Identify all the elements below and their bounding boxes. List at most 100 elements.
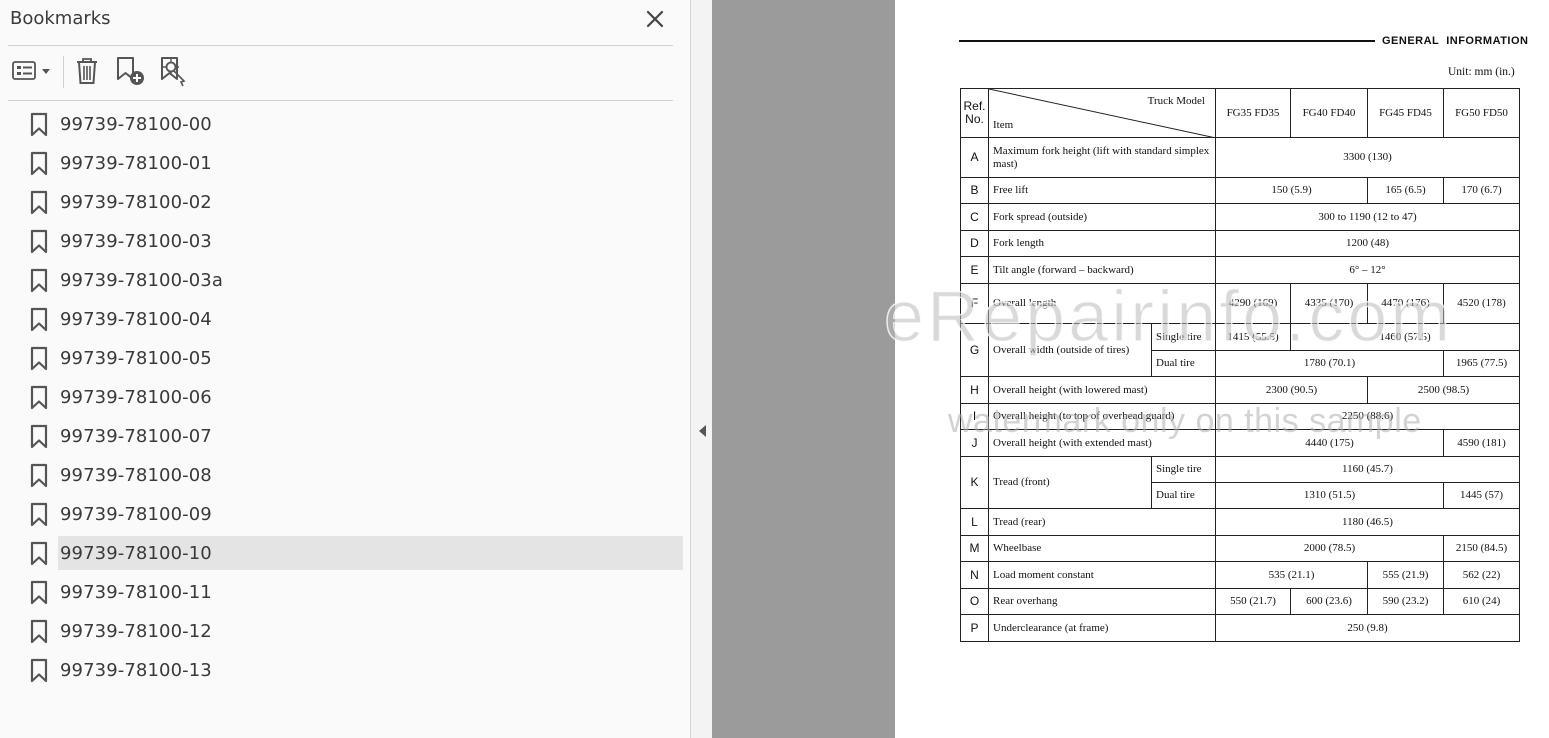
bookmark-icon [30, 112, 48, 137]
value-cell: 1460 (57.5) [1290, 323, 1520, 351]
bookmark-options-icon [12, 61, 50, 80]
value-cell: 600 (23.6) [1290, 588, 1368, 615]
table-row: J Overall height (with extended mast) 44… [960, 429, 1520, 457]
bookmark-item[interactable]: 99739-78100-13 [0, 652, 690, 691]
collapse-panel-handle[interactable] [691, 0, 712, 738]
bookmark-icon [30, 541, 48, 566]
bookmark-label: 99739-78100-01 [60, 153, 212, 174]
item-cell: Tilt angle (forward – backward) [988, 256, 1216, 284]
document-gray-margin [712, 0, 895, 738]
item-cell: Maximum fork height (lift with standard … [988, 137, 1216, 178]
bookmark-item[interactable]: 99739-78100-04 [0, 301, 690, 340]
table-row: H Overall height (with lowered mast) 230… [960, 376, 1520, 404]
bookmark-item[interactable]: 99739-78100-08 [0, 457, 690, 496]
bookmark-item[interactable]: 99739-78100-03a [0, 262, 690, 301]
table-row: C Fork spread (outside) 300 to 1190 (12 … [960, 203, 1520, 231]
bookmark-item[interactable]: 99739-78100-03 [0, 223, 690, 262]
item-cell: Overall height (to top of overhead guard… [988, 403, 1216, 430]
value-cell: 1200 (48) [1215, 230, 1520, 257]
value-cell: 1415 (55.5) [1215, 323, 1291, 351]
value-cell: 610 (24) [1443, 588, 1520, 615]
ref-cell: G [960, 323, 989, 377]
document-page: GENERAL INFORMATION Unit: mm (in.) Ref. … [895, 0, 1549, 738]
bookmark-item[interactable]: 99739-78100-00 [0, 106, 690, 145]
bookmark-item[interactable]: 99739-78100-05 [0, 340, 690, 379]
value-cell: 170 (6.7) [1443, 177, 1520, 204]
value-cell: 550 (21.7) [1215, 588, 1291, 615]
title-divider [8, 45, 673, 46]
bookmark-item[interactable]: 99739-78100-01 [0, 145, 690, 184]
bookmark-from-selection-button[interactable] [156, 52, 190, 90]
new-bookmark-button[interactable] [112, 52, 148, 90]
toolbar-divider [8, 100, 673, 101]
ref-cell: D [960, 230, 989, 257]
bookmark-item[interactable]: 99739-78100-12 [0, 613, 690, 652]
bookmark-item[interactable]: 99739-78100-07 [0, 418, 690, 457]
bookmark-icon [30, 190, 48, 215]
value-cell: 300 to 1190 (12 to 47) [1215, 203, 1520, 231]
ref-cell: O [960, 588, 989, 615]
value-cell: 4335 (170) [1290, 283, 1368, 324]
bookmark-options-button[interactable] [8, 52, 54, 90]
item-cell: Overall height (with lowered mast) [988, 376, 1216, 404]
bookmark-item[interactable]: 99739-78100-11 [0, 574, 690, 613]
bookmark-label: 99739-78100-09 [60, 504, 212, 525]
value-cell: 1180 (46.5) [1215, 508, 1520, 536]
value-cell: 562 (22) [1443, 561, 1520, 589]
table-header-row: Ref. No. Truck Model Item FG35 FD35 FG40… [960, 88, 1520, 138]
new-bookmark-icon [117, 57, 144, 85]
value-cell: 2150 (84.5) [1443, 535, 1520, 562]
value-cell: 1160 (45.7) [1215, 456, 1520, 483]
bookmark-label: 99739-78100-06 [60, 387, 212, 408]
ref-cell: B [960, 177, 989, 204]
table-row: N Load moment constant 535 (21.1) 555 (2… [960, 561, 1520, 589]
close-panel-button[interactable] [642, 6, 668, 32]
bookmark-icon [30, 463, 48, 488]
bookmark-label: 99739-78100-00 [60, 114, 212, 135]
bookmark-item[interactable]: 99739-78100-10 [0, 535, 690, 574]
value-cell: 3300 (130) [1215, 137, 1520, 178]
bookmark-item[interactable]: 99739-78100-09 [0, 496, 690, 535]
value-cell: 2000 (78.5) [1215, 535, 1444, 562]
ref-cell: J [960, 429, 989, 457]
model-header: FG35 FD35 [1215, 88, 1291, 138]
value-cell: 4440 (175) [1215, 429, 1444, 457]
sub-item-cell: Single tire [1151, 323, 1216, 351]
spec-table: Ref. No. Truck Model Item FG35 FD35 FG40… [960, 88, 1520, 642]
bookmarks-panel: Bookmarks 99739-78100-00 99739-78100-01 … [0, 0, 690, 738]
item-cell: Overall height (with extended mast) [988, 429, 1216, 457]
item-label: Item [993, 119, 1014, 131]
header-rule [959, 40, 1375, 42]
table-row: L Tread (rear) 1180 (46.5) [960, 508, 1520, 536]
value-cell: 1965 (77.5) [1443, 350, 1520, 377]
item-cell: Free lift [988, 177, 1216, 204]
bookmark-item[interactable]: 99739-78100-06 [0, 379, 690, 418]
ref-cell: A [960, 137, 989, 178]
ref-cell: K [960, 456, 989, 509]
value-cell: 535 (21.1) [1215, 561, 1368, 589]
bookmark-item[interactable]: 99739-78100-02 [0, 184, 690, 223]
delete-bookmark-button[interactable] [72, 52, 102, 90]
model-item-header: Truck Model Item [988, 88, 1216, 138]
bookmark-icon [30, 658, 48, 683]
ref-cell: M [960, 535, 989, 562]
bookmark-label: 99739-78100-11 [60, 582, 212, 603]
value-cell: 150 (5.9) [1215, 177, 1368, 204]
table-row: B Free lift 150 (5.9) 165 (6.5) 170 (6.7… [960, 177, 1520, 204]
ref-no-header: Ref. No. [960, 88, 989, 138]
item-cell: Load moment constant [988, 561, 1216, 589]
table-row: F Overall length 4290 (169) 4335 (170) 4… [960, 283, 1520, 324]
units-label: Unit: mm (in.) [1448, 66, 1515, 78]
bookmark-icon [30, 346, 48, 371]
bookmark-icon [30, 619, 48, 644]
toolbar-separator [63, 56, 64, 88]
value-cell: 2250 (88.6) [1215, 403, 1520, 430]
model-header: FG40 FD40 [1290, 88, 1368, 138]
value-cell: 6° – 12° [1215, 256, 1520, 284]
model-header: FG50 FD50 [1443, 88, 1520, 138]
bookmark-label: 99739-78100-05 [60, 348, 212, 369]
value-cell: 555 (21.9) [1367, 561, 1444, 589]
bookmark-icon [30, 151, 48, 176]
bookmark-icon [30, 424, 48, 449]
table-row: M Wheelbase 2000 (78.5) 2150 (84.5) [960, 535, 1520, 562]
